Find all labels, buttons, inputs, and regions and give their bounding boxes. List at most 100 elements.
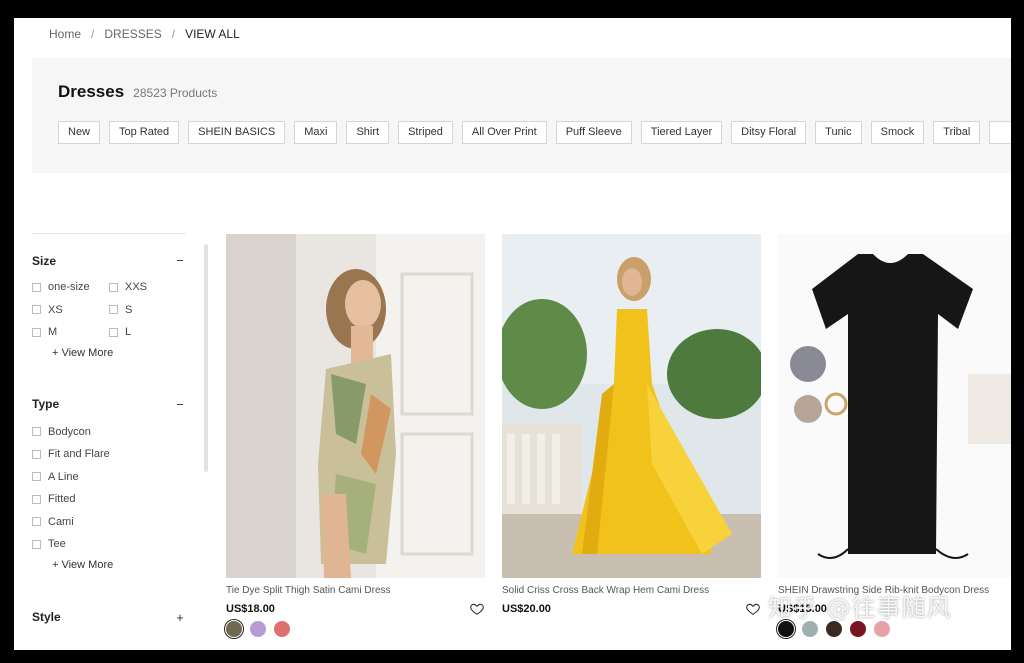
chip-tunic[interactable]: Tunic	[815, 121, 862, 144]
checkbox[interactable]	[32, 305, 41, 315]
product-image[interactable]	[226, 234, 485, 578]
type-option[interactable]: Cami	[32, 511, 186, 534]
product-name[interactable]: Solid Criss Cross Back Wrap Hem Cami Dre…	[502, 585, 761, 596]
color-swatch[interactable]	[226, 621, 242, 637]
type-option[interactable]: Fitted	[32, 488, 186, 511]
product-photo-yellow-dress	[502, 234, 761, 578]
checkbox[interactable]	[32, 472, 41, 482]
checkbox[interactable]	[109, 305, 118, 315]
collapse-icon[interactable]: −	[174, 253, 186, 268]
filter-style-label: Style	[32, 610, 61, 624]
option-label: Bodycon	[48, 425, 91, 438]
product-photo-tie-dye-dress	[226, 234, 485, 578]
page-title: Dresses	[58, 82, 125, 101]
chip-smock[interactable]: Smock	[870, 121, 925, 144]
option-label: S	[125, 303, 133, 316]
size-option[interactable]: XS	[32, 299, 109, 322]
chip-shirt[interactable]: Shirt	[346, 121, 390, 144]
type-option[interactable]: Fit and Flare	[32, 443, 186, 466]
color-swatch[interactable]	[826, 621, 842, 637]
filter-type-header[interactable]: Type −	[32, 397, 186, 412]
option-label: L	[125, 326, 132, 339]
chip-tiered-layer[interactable]: Tiered Layer	[640, 121, 723, 144]
product-price: US$18.00	[226, 603, 275, 615]
page-frame: Home / DRESSES / VIEW ALL Dresses 28523 …	[14, 18, 1011, 650]
color-swatch[interactable]	[778, 621, 794, 637]
product-name[interactable]: Tie Dye Split Thigh Satin Cami Dress	[226, 585, 485, 596]
option-label: XXS	[125, 281, 148, 294]
color-swatch[interactable]	[250, 621, 266, 637]
wishlist-heart-icon[interactable]	[469, 601, 485, 617]
expand-icon[interactable]: +	[174, 610, 186, 625]
chip-striped[interactable]: Striped	[398, 121, 453, 144]
chip-top-rated[interactable]: Top Rated	[109, 121, 180, 144]
product-image[interactable]	[502, 234, 761, 578]
color-swatches	[778, 621, 1011, 637]
product-card[interactable]: Solid Criss Cross Back Wrap Hem Cami Dre…	[502, 234, 761, 617]
type-option[interactable]: A Line	[32, 466, 186, 489]
chip-all-over-print[interactable]: All Over Print	[461, 121, 547, 144]
breadcrumb-current: VIEW ALL	[185, 27, 240, 41]
color-swatches	[226, 621, 485, 637]
wishlist-heart-icon[interactable]	[745, 601, 761, 617]
checkbox[interactable]	[32, 517, 41, 527]
chip-tribal[interactable]: Tribal	[933, 121, 981, 144]
filter-style-header[interactable]: Style +	[32, 610, 186, 625]
product-card[interactable]: SHEIN Drawstring Side Rib-knit Bodycon D…	[778, 234, 1011, 637]
size-option[interactable]: L	[109, 321, 186, 344]
size-option[interactable]: one-size	[32, 276, 109, 299]
checkbox[interactable]	[32, 449, 41, 459]
checkbox[interactable]	[32, 494, 41, 504]
color-swatch[interactable]	[874, 621, 890, 637]
type-option[interactable]: Tee	[32, 533, 186, 556]
color-swatch[interactable]	[802, 621, 818, 637]
option-label: A Line	[48, 470, 79, 483]
option-label: XS	[48, 303, 63, 316]
breadcrumb-separator: /	[171, 27, 176, 41]
filter-size-header[interactable]: Size −	[32, 253, 186, 268]
chip-maxi[interactable]: Maxi	[294, 121, 338, 144]
checkbox[interactable]	[32, 327, 41, 337]
option-label: Fit and Flare	[48, 448, 110, 461]
chip-new[interactable]: New	[58, 121, 101, 144]
size-view-more-link[interactable]: + View More	[32, 344, 186, 362]
collapse-icon[interactable]: −	[174, 397, 186, 412]
option-label: Tee	[48, 538, 66, 551]
chip-puff-sleeve[interactable]: Puff Sleeve	[555, 121, 632, 144]
product-photo-black-dress	[778, 234, 1011, 578]
checkbox[interactable]	[109, 282, 118, 292]
chip-overflow[interactable]	[989, 121, 1011, 144]
size-options: one-size XXS XS S M L	[32, 276, 186, 344]
category-header: Dresses 28523 Products New Top Rated SHE…	[32, 58, 1011, 173]
checkbox[interactable]	[32, 539, 41, 549]
filter-type-label: Type	[32, 397, 60, 411]
checkbox[interactable]	[109, 327, 118, 337]
type-view-more-link[interactable]: + View More	[32, 556, 186, 574]
chip-ditsy-floral[interactable]: Ditsy Floral	[731, 121, 807, 144]
chip-shein-basics[interactable]: SHEIN BASICS	[188, 121, 286, 144]
option-label: M	[48, 326, 58, 339]
product-price: US$20.00	[502, 603, 551, 615]
filter-size-label: Size	[32, 253, 57, 268]
product-image[interactable]	[778, 234, 1011, 578]
size-option[interactable]: S	[109, 299, 186, 322]
color-swatch[interactable]	[850, 621, 866, 637]
breadcrumb-home[interactable]: Home	[49, 27, 81, 41]
breadcrumb-separator: /	[91, 27, 95, 41]
type-options: Bodycon Fit and Flare A Line Fitted Cami…	[32, 421, 186, 556]
product-count: 28523 Products	[133, 86, 218, 100]
checkbox[interactable]	[32, 282, 41, 292]
breadcrumb-dresses[interactable]: DRESSES	[104, 27, 161, 41]
checkbox[interactable]	[32, 427, 41, 437]
option-label: Cami	[48, 515, 74, 528]
filter-chips: New Top Rated SHEIN BASICS Maxi Shirt St…	[58, 121, 1011, 144]
color-swatch[interactable]	[274, 621, 290, 637]
sidebar-scrollbar[interactable]	[204, 244, 208, 472]
breadcrumb: Home / DRESSES / VIEW ALL	[49, 27, 240, 41]
size-option[interactable]: M	[32, 321, 109, 344]
size-option[interactable]: XXS	[109, 276, 186, 299]
type-option[interactable]: Bodycon	[32, 421, 186, 444]
option-label: Fitted	[48, 493, 76, 506]
product-card[interactable]: Tie Dye Split Thigh Satin Cami Dress US$…	[226, 234, 485, 637]
option-label: one-size	[48, 281, 90, 294]
